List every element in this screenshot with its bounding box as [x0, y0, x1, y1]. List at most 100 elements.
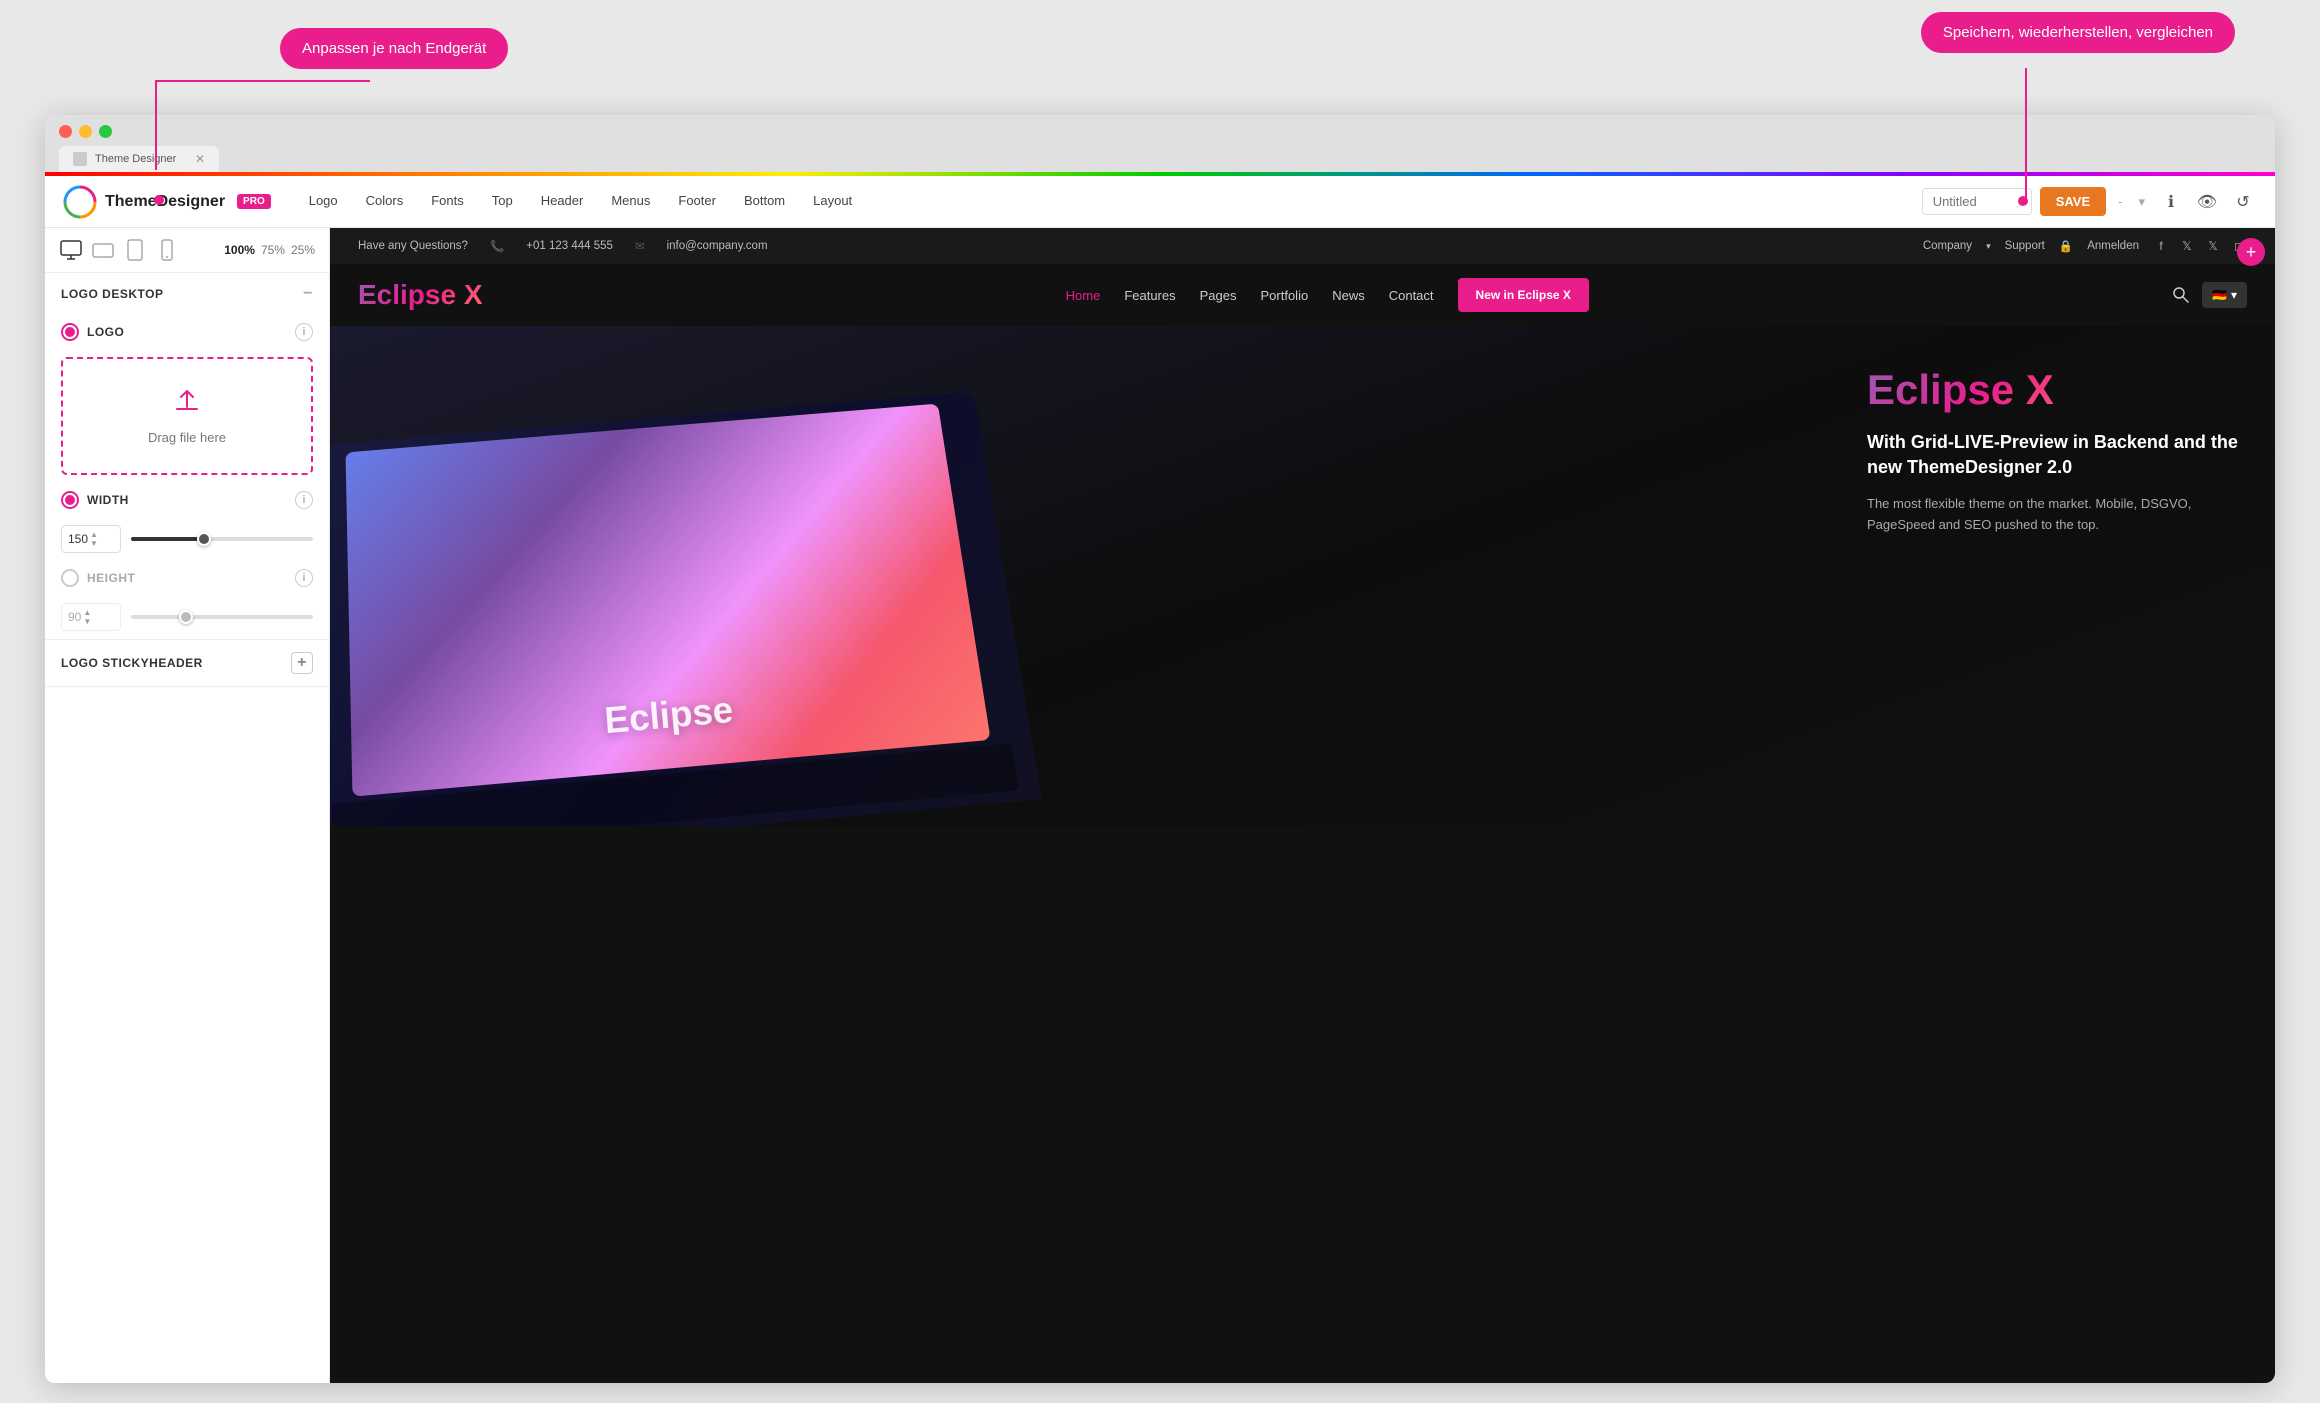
topbar-question: Have any Questions?: [358, 240, 468, 252]
tab-close-button[interactable]: ✕: [195, 152, 205, 166]
callout-dot-right: [2018, 196, 2028, 206]
maximize-dot[interactable]: [99, 125, 112, 138]
height-input[interactable]: 90 ▲▼: [61, 603, 121, 631]
site-navbar: Eclipse X Home Features Pages Portfolio …: [330, 264, 2275, 326]
site-preview: + Have any Questions? 📞 +01 123 444 555 …: [330, 228, 2275, 1383]
height-slider[interactable]: [131, 615, 313, 619]
logo-sticky-expand-button[interactable]: +: [291, 652, 313, 674]
width-spinner[interactable]: ▲▼: [90, 530, 98, 548]
language-selector[interactable]: 🇩🇪 ▾: [2202, 282, 2247, 308]
tablet-portrait-icon[interactable]: [123, 238, 147, 262]
topbar-support: Support: [2005, 240, 2045, 252]
hero-content: Eclipse X With Grid-LIVE-Preview in Back…: [1867, 366, 2247, 536]
nav-actions: SAVE - ▾ ℹ 👁 ↺: [1922, 187, 2257, 216]
xing-icon: 𝕏: [2205, 238, 2221, 254]
topbar-right: Company ▾ Support 🔒 Anmelden f 𝕏 𝕏 ◻: [1923, 238, 2247, 254]
app-logo: ThemeDesigner PRO: [63, 185, 271, 219]
callout-dot-left: [154, 195, 164, 205]
site-nav-news[interactable]: News: [1332, 288, 1365, 303]
tab-label: Theme Designer: [95, 153, 176, 165]
browser-window: Theme Designer ✕ ThemeDesigner P: [45, 115, 2275, 1383]
width-label: WIDTH: [87, 493, 287, 507]
nav-item-top[interactable]: Top: [478, 176, 527, 228]
add-section-button[interactable]: +: [2237, 238, 2265, 266]
close-dot[interactable]: [59, 125, 72, 138]
site-nav-links: Home Features Pages Portfolio News Conta…: [1066, 278, 1589, 312]
app-nav-items: LogoColorsFontsTopHeaderMenusFooterBotto…: [295, 176, 1922, 228]
browser-dots: [59, 125, 2261, 138]
nav-dropdown[interactable]: ▾: [2134, 194, 2149, 210]
browser-tab[interactable]: Theme Designer ✕: [59, 146, 219, 172]
twitter-icon: 𝕏: [2179, 238, 2195, 254]
app-body: 100% 75% 25% Logo Desktop − LOGO: [45, 228, 2275, 1383]
width-slider-thumb: [197, 532, 211, 546]
height-info-icon[interactable]: i: [295, 569, 313, 587]
width-toggle[interactable]: [61, 491, 79, 509]
logo-text: ThemeDesigner: [105, 193, 225, 211]
site-nav-portfolio[interactable]: Portfolio: [1261, 288, 1309, 303]
save-button[interactable]: SAVE: [2040, 187, 2106, 216]
height-row: 90 ▲▼: [45, 595, 329, 639]
topbar-chevron: ▾: [1986, 241, 1991, 252]
width-slider[interactable]: [131, 537, 313, 541]
callout-right: Speichern, wiederherstellen, vergleichen: [1921, 12, 2235, 53]
logo-info-icon[interactable]: i: [295, 323, 313, 341]
site-nav-features[interactable]: Features: [1124, 288, 1175, 303]
device-mockup: Eclipse: [330, 392, 1042, 826]
refresh-button[interactable]: ↺: [2229, 188, 2257, 216]
width-info-icon[interactable]: i: [295, 491, 313, 509]
hero-description: The most flexible theme on the market. M…: [1867, 494, 2247, 536]
preview-area: + Have any Questions? 📞 +01 123 444 555 …: [330, 228, 2275, 1383]
preview-button[interactable]: 👁: [2193, 188, 2221, 216]
flag-emoji: 🇩🇪: [2212, 288, 2227, 302]
nav-item-layout[interactable]: Layout: [799, 176, 866, 228]
site-topbar: Have any Questions? 📞 +01 123 444 555 ✉ …: [330, 228, 2275, 264]
topbar-separator2: ✉: [635, 239, 645, 253]
height-spinner[interactable]: ▲▼: [83, 608, 91, 626]
nav-item-colors[interactable]: Colors: [352, 176, 418, 228]
height-toggle[interactable]: [61, 569, 79, 587]
flag-dropdown-arrow: ▾: [2231, 288, 2237, 302]
mobile-icon[interactable]: [155, 238, 179, 262]
browser-chrome: Theme Designer ✕: [45, 115, 2275, 172]
height-label: HEIGHT: [87, 571, 287, 585]
site-nav-home[interactable]: Home: [1066, 288, 1101, 303]
callout-line-left-horizontal: [155, 80, 370, 82]
height-value: 90: [68, 610, 81, 624]
logo-sticky-label: Logo Stickyheader: [61, 656, 203, 670]
tablet-landscape-icon[interactable]: [91, 238, 115, 262]
device-screen-text: Eclipse: [603, 688, 735, 742]
search-icon[interactable]: [2172, 286, 2190, 304]
hero-subtitle: With Grid-LIVE-Preview in Backend and th…: [1867, 430, 2247, 480]
pro-badge: PRO: [237, 194, 271, 209]
zoom-25[interactable]: 25%: [291, 243, 315, 257]
nav-item-bottom[interactable]: Bottom: [730, 176, 799, 228]
zoom-100[interactable]: 100%: [224, 243, 255, 257]
logo-desktop-header: Logo Desktop −: [45, 273, 329, 315]
project-name-input[interactable]: [1922, 188, 2032, 215]
new-eclipse-button[interactable]: New in Eclipse X: [1458, 278, 1589, 312]
topbar-company: Company: [1923, 240, 1972, 252]
topbar-lock: 🔒: [2059, 239, 2073, 253]
nav-item-fonts[interactable]: Fonts: [417, 176, 478, 228]
nav-item-menus[interactable]: Menus: [597, 176, 664, 228]
upload-icon: [173, 387, 201, 422]
logo-toggle[interactable]: [61, 323, 79, 341]
minimize-dot[interactable]: [79, 125, 92, 138]
height-slider-thumb: [179, 610, 193, 624]
site-nav-contact[interactable]: Contact: [1389, 288, 1434, 303]
section-collapse-button[interactable]: −: [303, 285, 313, 303]
zoom-75[interactable]: 75%: [261, 243, 285, 257]
height-toggle-row: HEIGHT i: [45, 561, 329, 595]
device-icons: [59, 238, 179, 262]
desktop-icon[interactable]: [59, 238, 83, 262]
width-input[interactable]: 150 ▲▼: [61, 525, 121, 553]
callout-left: Anpassen je nach Endgerät: [280, 28, 508, 69]
site-nav-pages[interactable]: Pages: [1200, 288, 1237, 303]
info-button[interactable]: ℹ: [2157, 188, 2185, 216]
upload-area[interactable]: Drag file here: [61, 357, 313, 475]
nav-item-logo[interactable]: Logo: [295, 176, 352, 228]
logo-desktop-section: Logo Desktop − LOGO i: [45, 273, 329, 640]
nav-item-footer[interactable]: Footer: [664, 176, 730, 228]
nav-item-header[interactable]: Header: [527, 176, 598, 228]
